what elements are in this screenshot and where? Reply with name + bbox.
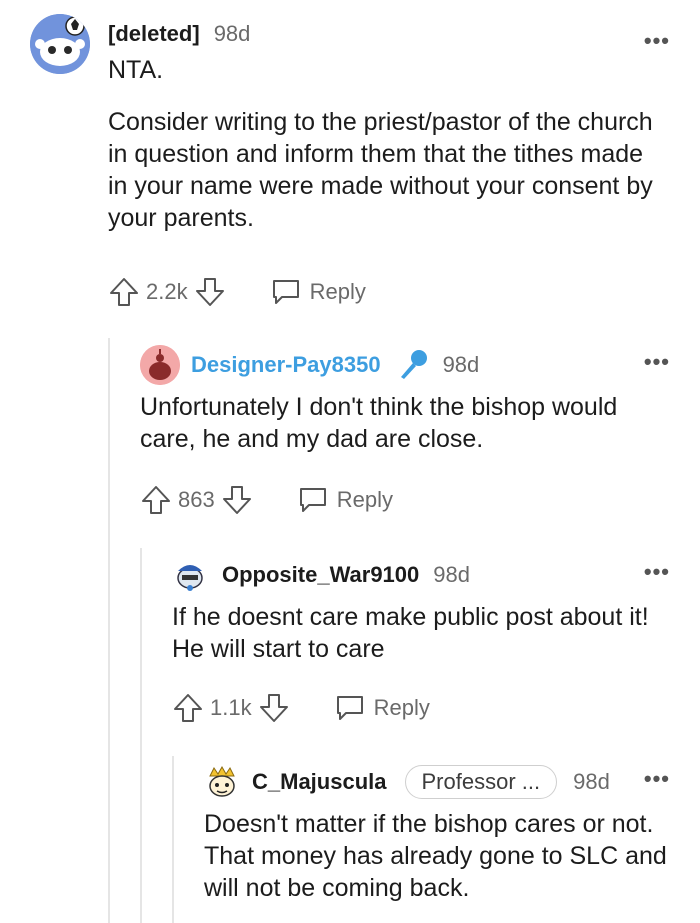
comment: Opposite_War9100 98d ••• If he doesnt ca… [172, 555, 670, 665]
comment-header: Designer-Pay8350 98d [140, 345, 670, 385]
comment-body: Unfortunately I don't think the bishop w… [140, 391, 670, 455]
comment: [deleted] 98d ••• NTA. Consider writing … [30, 14, 670, 232]
reply-label: Reply [373, 695, 430, 720]
more-options-icon[interactable]: ••• [644, 28, 670, 54]
comment-actions: 2.2k Reply [108, 274, 366, 310]
downvote-icon[interactable] [194, 276, 226, 308]
snoo-avatar-icon[interactable] [140, 345, 180, 385]
comment-actions: 1.1k Reply [172, 690, 430, 726]
vote-score: 2.2k [146, 279, 188, 304]
more-options-icon[interactable]: ••• [644, 349, 670, 375]
comment-age: 98d [433, 562, 470, 587]
reply-label: Reply [336, 487, 393, 512]
thread-line [140, 548, 142, 923]
comment: Designer-Pay8350 98d ••• Unfortunately I… [140, 345, 670, 455]
microphone-icon [395, 348, 429, 382]
downvote-icon[interactable] [221, 484, 253, 516]
more-options-icon[interactable]: ••• [644, 766, 670, 792]
author-name[interactable]: [deleted] [108, 21, 200, 47]
snoo-avatar-icon[interactable] [172, 557, 208, 593]
upvote-icon[interactable] [108, 276, 140, 308]
snoo-avatar-icon[interactable] [30, 14, 90, 74]
comment-header: [deleted] 98d [108, 14, 670, 54]
comment-body: Doesn't matter if the bishop cares or no… [204, 808, 670, 904]
comment-paragraph: NTA. [108, 56, 164, 84]
comment-header: Opposite_War9100 98d [172, 555, 670, 595]
more-options-icon[interactable]: ••• [644, 559, 670, 585]
thread-line [108, 338, 110, 923]
comment-body: NTA. Consider writing to the priest/past… [108, 54, 670, 234]
downvote-icon[interactable] [258, 692, 290, 724]
vote-score: 1.1k [210, 695, 252, 720]
user-flair-badge: Professor ... [404, 765, 558, 799]
reply-label: Reply [309, 279, 366, 304]
upvote-icon[interactable] [172, 692, 204, 724]
comment-age: 98d [213, 21, 251, 46]
comment-actions: 863 Reply [140, 482, 393, 518]
reply-button[interactable]: Reply [297, 485, 393, 515]
comment-paragraph: Consider writing to the priest/pastor of… [108, 108, 653, 232]
comment-paragraph: If he doesnt care make public post about… [172, 603, 649, 663]
snoo-avatar-icon[interactable] [204, 764, 240, 800]
comment-body: If he doesnt care make public post about… [172, 601, 670, 665]
thread-line [172, 756, 174, 923]
comment-paragraph: Doesn't matter if the bishop cares or no… [204, 810, 667, 902]
author-name[interactable]: Designer-Pay8350 [191, 352, 381, 378]
author-name[interactable]: Opposite_War9100 [222, 562, 419, 588]
comment-header: C_Majuscula Professor ... 98d [204, 762, 670, 802]
comment-paragraph: Unfortunately I don't think the bishop w… [140, 393, 618, 453]
comment-age: 98d [442, 352, 480, 377]
author-name[interactable]: C_Majuscula [252, 769, 387, 795]
reply-button[interactable]: Reply [270, 277, 366, 307]
comment: C_Majuscula Professor ... 98d ••• Doesn'… [204, 762, 670, 904]
vote-score: 863 [178, 487, 215, 512]
comment-age: 98d [573, 769, 610, 794]
reply-button[interactable]: Reply [334, 693, 430, 723]
upvote-icon[interactable] [140, 484, 172, 516]
